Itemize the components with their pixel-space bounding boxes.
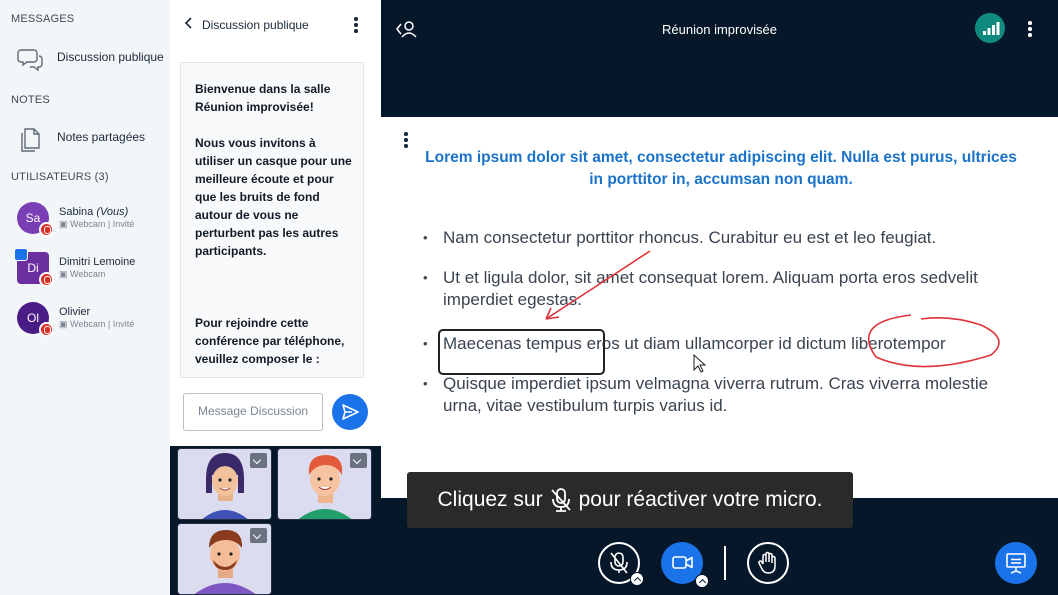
chevron-down-icon[interactable] (350, 453, 367, 468)
chat-bubbles-icon (17, 49, 43, 72)
messages-section-title: MESSAGES (11, 13, 75, 25)
top-bar: Réunion improvisée (381, 0, 1058, 58)
sidebar-item-public-chat[interactable]: Discussion publique (0, 38, 170, 76)
chat-panel: Discussion publique Bienvenue dans la sa… (170, 0, 381, 446)
notes-icon (21, 128, 40, 152)
chat-message-input[interactable]: Message Discussion (183, 393, 323, 431)
toast-text-after: pour réactiver votre micro. (578, 488, 823, 511)
video-tile-olivier[interactable] (177, 523, 272, 595)
unmute-toast: Cliquez sur pour réactiver votre micro. (407, 472, 853, 528)
chat-messages[interactable]: Bienvenue dans la salle Réunion improvisé… (180, 62, 364, 378)
chevron-left-icon[interactable] (182, 16, 196, 30)
chevron-down-icon[interactable] (250, 528, 267, 543)
whiteboard-annotations (438, 250, 1000, 375)
muted-mic-icon (550, 488, 571, 512)
user-item-dimitri[interactable]: Di Dimitri Lemoine ▣ Webcam (0, 248, 170, 292)
user-name: Dimitri Lemoine (59, 256, 136, 268)
sidebar: MESSAGES Discussion publique NOTES Notes… (0, 0, 170, 595)
user-status: ▣ Webcam | Invité (59, 319, 135, 329)
raise-hand-button[interactable] (747, 542, 789, 584)
audio-settings-caret-icon[interactable] (630, 572, 644, 586)
toolbar-divider (724, 546, 726, 580)
toast-text-before: Cliquez sur (437, 488, 543, 511)
phone-message: Pour rejoindre cette conférence par télé… (195, 316, 345, 366)
signal-bars-icon (983, 22, 1000, 35)
sidebar-item-shared-notes[interactable]: Notes partagées (0, 118, 170, 156)
user-name: Olivier (59, 306, 91, 318)
user-status: ▣ Webcam | Invité (59, 219, 135, 229)
unmute-button[interactable] (598, 542, 644, 586)
muted-mic-icon (39, 222, 54, 237)
notes-section-title: NOTES (11, 94, 50, 106)
muted-mic-icon (39, 322, 54, 337)
hand-icon (758, 551, 776, 574)
send-icon (342, 404, 359, 420)
video-strip (170, 446, 381, 595)
presentation-slide[interactable]: Lorem ipsum dolor sit amet, consectetur … (381, 117, 1058, 498)
chat-header: Discussion publique (170, 0, 381, 48)
video-settings-caret-icon[interactable] (695, 574, 709, 588)
user-item-olivier[interactable]: Ol Olivier ▣ Webcam | Invité (0, 298, 170, 342)
connection-status-button[interactable] (975, 13, 1005, 43)
presentation-toggle-button[interactable] (995, 542, 1037, 584)
action-bar (381, 528, 1058, 595)
camera-button[interactable] (661, 542, 709, 588)
options-menu-icon[interactable] (1028, 21, 1032, 37)
sidebar-item-label: Discussion publique (57, 50, 164, 64)
meeting-title: Réunion improvisée (662, 22, 777, 37)
users-section-title: UTILISATEURS (3) (11, 171, 109, 183)
video-tile-sabina[interactable] (177, 448, 272, 520)
welcome-message: Bienvenue dans la salle Réunion improvisé… (195, 82, 331, 114)
video-tile-dimitri[interactable] (277, 448, 372, 520)
headset-message: Nous vous invitons à utiliser un casque … (195, 136, 352, 258)
chat-options-icon[interactable] (354, 17, 358, 33)
sidebar-item-label: Notes partagées (57, 130, 146, 144)
presenter-icon (14, 248, 28, 261)
send-button[interactable] (332, 394, 368, 430)
presentation-icon (1006, 553, 1026, 574)
muted-mic-icon (39, 272, 54, 287)
chat-title: Discussion publique (202, 18, 309, 32)
user-name: Sabina (Vous) (59, 206, 129, 218)
user-status: ▣ Webcam (59, 269, 106, 279)
chevron-down-icon[interactable] (250, 453, 267, 468)
user-item-sabina[interactable]: Sa Sabina (Vous) ▣ Webcam | Invité (0, 198, 170, 242)
